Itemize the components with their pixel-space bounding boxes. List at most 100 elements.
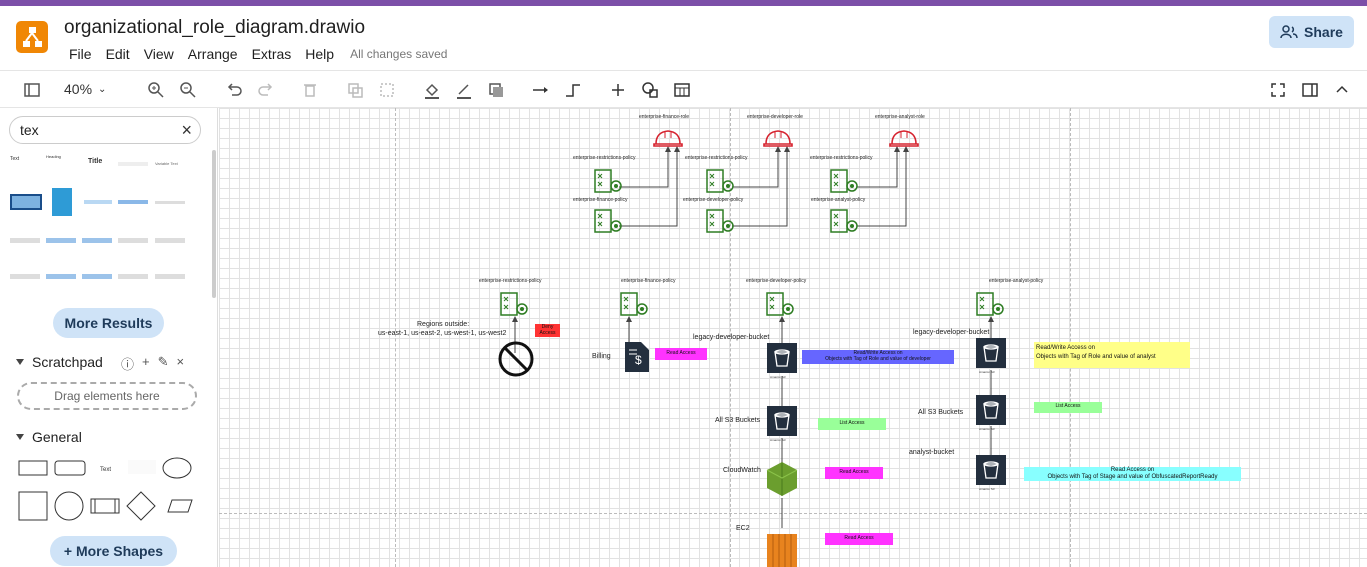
shape-heading[interactable]: Heading	[46, 154, 76, 176]
hardhat-role-icon[interactable]	[653, 128, 683, 148]
insert-plus-icon[interactable]	[608, 80, 628, 100]
ec2-read-access-box[interactable]: Read Access	[825, 533, 893, 545]
table-icon[interactable]	[672, 80, 692, 100]
app-header: organizational_role_diagram.drawio File …	[0, 6, 1367, 70]
s3-bucket-icon[interactable]	[767, 406, 797, 436]
shape-row-8[interactable]	[82, 274, 112, 279]
shape-row-1[interactable]	[10, 238, 40, 243]
ec2-icon[interactable]	[765, 528, 799, 567]
general-header[interactable]: General	[16, 429, 82, 445]
shape-hatched-box[interactable]	[10, 194, 42, 210]
menu-extras[interactable]: Extras	[252, 46, 292, 62]
more-results-button[interactable]: More Results	[53, 308, 164, 338]
menu-help[interactable]: Help	[305, 46, 334, 62]
waypoints-icon[interactable]	[563, 80, 583, 100]
collapse-chevron-up-icon[interactable]	[1332, 80, 1352, 100]
s3-caption: Amazon S3	[979, 370, 995, 374]
shape-row-2[interactable]	[46, 238, 76, 243]
general-shapes-grid[interactable]: Text	[14, 454, 204, 526]
diagram-canvas[interactable]: enterprise-finance-role enterprise-devel…	[219, 108, 1367, 567]
to-front-icon[interactable]	[345, 80, 365, 100]
shadow-icon[interactable]	[486, 80, 506, 100]
analyst-rw-note[interactable]: Read/Write Access on Objects with Tag of …	[1034, 342, 1190, 368]
legacy-bucket-label-analyst: legacy-developer-bucket	[913, 329, 990, 336]
scratchpad-header[interactable]: Scratchpad	[16, 354, 103, 370]
shape-row-3[interactable]	[82, 238, 112, 243]
cloudwatch-icon[interactable]	[765, 460, 799, 498]
shape-banner-2[interactable]	[118, 200, 148, 204]
shape-line-text[interactable]	[155, 201, 185, 204]
menu-edit[interactable]: Edit	[106, 46, 130, 62]
shape-search-input[interactable]: tex ×	[9, 116, 201, 144]
connection-arrow-icon[interactable]	[531, 80, 551, 100]
s3-bucket-icon[interactable]	[976, 455, 1006, 485]
edit-pencil-icon[interactable]: ✎	[158, 354, 169, 373]
shape-thin-text[interactable]	[118, 162, 148, 166]
drawio-logo-icon[interactable]	[16, 21, 48, 53]
more-shapes-button[interactable]: + More Shapes	[50, 536, 177, 566]
policy-document-icon[interactable]	[705, 168, 737, 196]
menu-view[interactable]: View	[144, 46, 174, 62]
to-back-icon[interactable]	[377, 80, 397, 100]
fill-color-icon[interactable]	[422, 80, 442, 100]
prohibited-icon[interactable]	[497, 340, 535, 378]
add-icon[interactable]: +	[142, 354, 150, 373]
policy-document-icon[interactable]	[705, 208, 737, 236]
billing-read-access-box[interactable]: Read Access	[655, 348, 707, 360]
s3-bucket-icon[interactable]	[767, 343, 797, 373]
format-panel-icon[interactable]	[1300, 80, 1320, 100]
policy-document-icon[interactable]	[619, 291, 651, 319]
shape-row-7[interactable]	[46, 274, 76, 279]
policy-document-icon[interactable]	[499, 291, 531, 319]
fullscreen-icon[interactable]	[1268, 80, 1288, 100]
billing-document-icon[interactable]: $	[623, 340, 651, 374]
sidebar-toggle-icon[interactable]	[22, 80, 42, 100]
deny-access-box[interactable]: Deny Access	[535, 324, 560, 337]
shape-row-4[interactable]	[118, 238, 148, 243]
zoom-out-icon[interactable]	[178, 80, 198, 100]
hardhat-role-icon[interactable]	[763, 128, 793, 148]
shape-pentagon[interactable]	[52, 188, 72, 216]
menu-arrange[interactable]: Arrange	[188, 46, 238, 62]
shape-title[interactable]: Title	[88, 158, 112, 172]
analyst-list-access-box[interactable]: List Access	[1034, 402, 1102, 413]
sidebar-scrollbar[interactable]	[212, 150, 216, 298]
hardhat-role-icon[interactable]	[889, 128, 919, 148]
menu-file[interactable]: File	[69, 46, 92, 62]
shape-row-5[interactable]	[155, 238, 185, 243]
policy-document-icon[interactable]	[975, 291, 1007, 319]
delete-icon[interactable]	[300, 80, 320, 100]
shapes-sidebar: tex × Text Heading Title Variable Text M…	[0, 108, 218, 567]
clear-search-icon[interactable]: ×	[181, 117, 192, 143]
shape-banner[interactable]	[84, 200, 112, 204]
role-label-developer: enterprise-developer-role	[747, 114, 803, 120]
redo-icon[interactable]	[256, 80, 276, 100]
help-icon[interactable]: ⓘ	[121, 354, 134, 373]
s3-bucket-icon[interactable]	[976, 395, 1006, 425]
policy-document-icon[interactable]	[593, 168, 625, 196]
developer-rw-note[interactable]: Read/Write Access on Objects with Tag of …	[802, 350, 954, 364]
shapes-icon[interactable]	[640, 80, 660, 100]
policy-document-icon[interactable]	[593, 208, 625, 236]
policy-document-icon[interactable]	[829, 208, 861, 236]
cloudwatch-read-access-box[interactable]: Read Access	[825, 467, 883, 479]
line-color-icon[interactable]	[454, 80, 474, 100]
zoom-select[interactable]: 40% ⌄	[64, 81, 106, 97]
shape-row-9[interactable]	[118, 274, 148, 279]
zoom-in-icon[interactable]	[146, 80, 166, 100]
scratchpad-dropzone[interactable]: Drag elements here	[17, 382, 197, 410]
role-label-analyst: enterprise-analyst-role	[875, 114, 925, 120]
s3-bucket-icon[interactable]	[976, 338, 1006, 368]
shape-variable-text[interactable]: Variable Text	[155, 161, 185, 171]
policy-document-icon[interactable]	[829, 168, 861, 196]
developer-list-access-box[interactable]: List Access	[818, 418, 886, 430]
shape-text[interactable]: Text	[10, 156, 38, 176]
analyst-read-note[interactable]: Read Access on Objects with Tag of Stage …	[1024, 467, 1241, 481]
shape-row-10[interactable]	[155, 274, 185, 279]
document-title[interactable]: organizational_role_diagram.drawio	[64, 17, 365, 39]
close-icon[interactable]: ×	[177, 354, 185, 373]
share-button[interactable]: Share	[1269, 16, 1354, 48]
shape-row-6[interactable]	[10, 274, 40, 279]
undo-icon[interactable]	[224, 80, 244, 100]
policy-document-icon[interactable]	[765, 291, 797, 319]
